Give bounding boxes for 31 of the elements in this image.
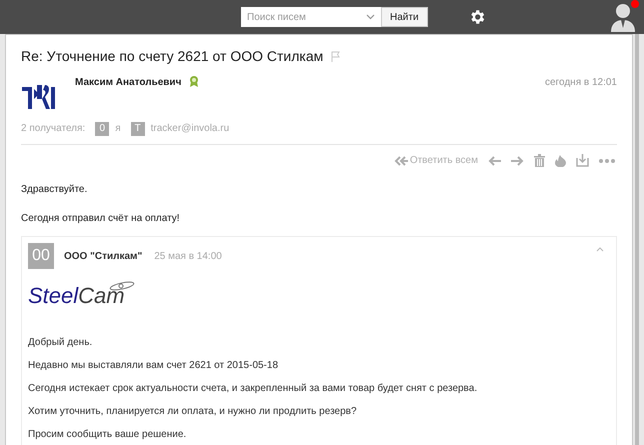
trash-icon[interactable] (534, 154, 545, 167)
search-button[interactable]: Найти (381, 7, 428, 27)
arrow-left-icon[interactable] (488, 156, 501, 166)
steelcam-logo-text: SteelCam (28, 285, 125, 307)
message-time: сегодня в 12:01 (545, 76, 617, 90)
sender-name[interactable]: Максим Анатольевич (75, 75, 182, 90)
message-subject: Re: Уточнение по счету 2621 от ООО Стилкам (21, 46, 324, 66)
quote-text: Просим сообщить ваше решение. (28, 428, 188, 442)
recipients-label: 2 получателя: (21, 122, 86, 136)
chevron-up-icon[interactable] (596, 247, 604, 252)
body-text: Здравствуйте. (21, 183, 88, 197)
quote-text: Добрый день. (28, 336, 94, 350)
archive-icon[interactable] (576, 154, 589, 167)
quote-text: Недавно мы выставляли вам счет 2621 от 2015-05-18 (28, 359, 280, 373)
scrollbar[interactable] (635, 34, 639, 445)
flame-icon[interactable] (555, 154, 566, 166)
flag-icon[interactable] (331, 50, 340, 62)
quote-text: Хотим уточнить, планируется ли оплата, и нужно ли продлить резерв? (28, 405, 358, 419)
double-arrow-left-icon (394, 156, 408, 166)
quote-text: Сегодня истекает срок актуальности счета, и закрепленный за вами товар будет снят с резерва. (28, 382, 478, 396)
quote-sender-avatar: 00 (28, 243, 54, 269)
quote-sender-name[interactable]: ООО "Стилкам" (64, 248, 142, 264)
recipient-avatar: 0 (95, 122, 110, 136)
more-icon[interactable] (599, 158, 615, 162)
user-avatar-icon[interactable] (610, 2, 636, 32)
quote-time: 25 мая в 14:00 (154, 250, 222, 264)
body-text: Сегодня отправил счёт на оплату! (21, 212, 181, 226)
recipient-avatar: Т (130, 122, 145, 136)
chevron-down-icon[interactable] (366, 14, 375, 20)
arrow-right-icon[interactable] (511, 156, 524, 166)
search-field[interactable]: Поиск писем (241, 7, 381, 27)
